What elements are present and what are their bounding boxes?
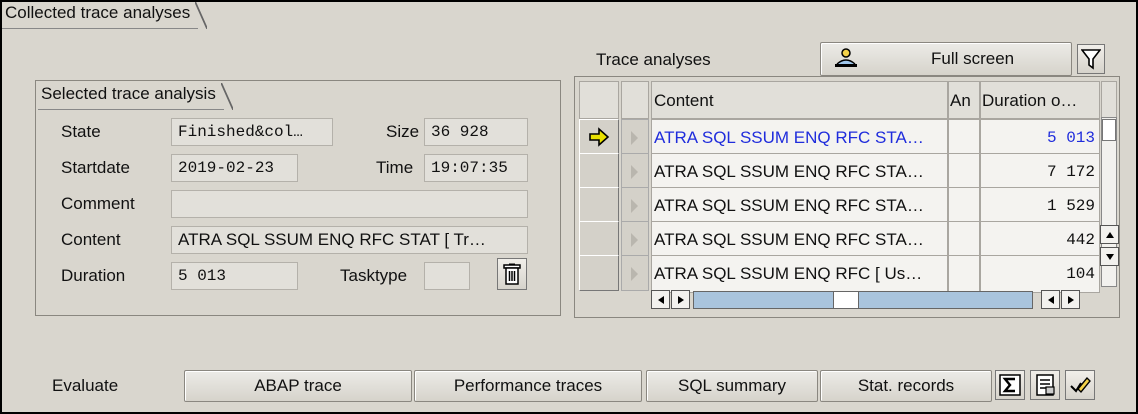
scroll-up-button[interactable]: [1100, 225, 1119, 244]
size-label: Size: [386, 122, 420, 141]
mark-header: [621, 81, 649, 119]
vertical-scrollbar-thumb[interactable]: [1102, 119, 1116, 141]
sigma-icon: [999, 374, 1021, 396]
frame-title: Collected trace analyses: [2, 2, 208, 29]
row-mark[interactable]: [621, 221, 649, 257]
row-mark[interactable]: [621, 187, 649, 223]
row-mark[interactable]: [621, 119, 649, 155]
stat-records-button[interactable]: Stat. records: [820, 370, 992, 402]
row-selector-button[interactable]: [579, 187, 619, 223]
cell-an[interactable]: [948, 221, 980, 259]
state-field[interactable]: Finished&col…: [171, 118, 333, 146]
cell-an[interactable]: [948, 153, 980, 191]
triangle-left-icon: [657, 295, 664, 304]
triangle-down-icon: [1105, 253, 1114, 260]
time-label: Time: [376, 158, 414, 177]
full-screen-button[interactable]: Full screen: [820, 42, 1072, 76]
trace-analyses-table: Content An Duration o… ATRA SQL SSUM ENQ…: [574, 76, 1120, 318]
startdate-field[interactable]: 2019-02-23: [171, 154, 298, 182]
abap-trace-button[interactable]: ABAP trace: [184, 370, 412, 402]
person-screen-icon: [835, 48, 857, 67]
cell-an[interactable]: [948, 255, 980, 293]
startdate-label: Startdate: [61, 158, 130, 177]
trace-analyses-title: Trace analyses: [596, 50, 711, 69]
tasktype-field[interactable]: [424, 262, 470, 290]
triangle-right-icon: [1067, 295, 1074, 304]
tasktype-label: Tasktype: [340, 266, 408, 285]
size-field[interactable]: 36 928: [424, 118, 528, 146]
triangle-right-icon: [677, 295, 684, 304]
content-label: Content: [61, 230, 121, 249]
filter-icon: [1081, 49, 1101, 70]
scroll-left-button-2[interactable]: [1041, 290, 1060, 309]
scroll-down-button[interactable]: [1100, 247, 1119, 266]
scroll-right-button[interactable]: [671, 290, 690, 309]
cell-duration[interactable]: 5 013: [980, 119, 1100, 157]
cell-content[interactable]: ATRA SQL SSUM ENQ RFC STA…: [651, 119, 948, 157]
row-selector-button[interactable]: [579, 255, 619, 291]
current-row-arrow-icon: [589, 127, 610, 147]
sigma-button[interactable]: [995, 370, 1025, 400]
cell-duration[interactable]: 104: [980, 255, 1100, 293]
sql-summary-button[interactable]: SQL summary: [646, 370, 818, 402]
full-screen-label: Full screen: [931, 49, 1015, 68]
horizontal-scrollbar-thumb[interactable]: [833, 291, 859, 309]
cell-content[interactable]: ATRA SQL SSUM ENQ RFC [ Us…: [651, 255, 948, 293]
cell-content[interactable]: ATRA SQL SSUM ENQ RFC STA…: [651, 221, 948, 259]
cell-an[interactable]: [948, 119, 980, 157]
cell-duration[interactable]: 7 172: [980, 153, 1100, 191]
content-field[interactable]: ATRA SQL SSUM ENQ RFC STAT [ Tr…: [171, 226, 528, 254]
filter-button[interactable]: [1077, 44, 1105, 74]
select-all-header[interactable]: [579, 81, 619, 119]
selected-group-title: Selected trace analysis: [38, 83, 233, 110]
cell-content[interactable]: ATRA SQL SSUM ENQ RFC STA…: [651, 187, 948, 225]
horizontal-scrollbar[interactable]: [693, 291, 1033, 309]
time-field[interactable]: 19:07:35: [424, 154, 528, 182]
duration-label: Duration: [61, 266, 126, 285]
state-label: State: [61, 122, 101, 141]
row-selector-button[interactable]: [579, 221, 619, 257]
row-selector-button[interactable]: [579, 153, 619, 189]
scroll-left-button[interactable]: [651, 290, 670, 309]
cell-content[interactable]: ATRA SQL SSUM ENQ RFC STA…: [651, 153, 948, 191]
column-header-duration[interactable]: Duration o…: [980, 81, 1100, 119]
cell-an[interactable]: [948, 187, 980, 225]
row-selector-button[interactable]: [579, 119, 619, 155]
edit-check-icon: [1070, 376, 1091, 394]
row-mark[interactable]: [621, 153, 649, 189]
scroll-right-button-2[interactable]: [1061, 290, 1080, 309]
triangle-left-icon: [1047, 295, 1054, 304]
duration-field[interactable]: 5 013: [171, 262, 298, 290]
column-header-an[interactable]: An: [948, 81, 980, 119]
row-mark[interactable]: [621, 255, 649, 291]
evaluate-label: Evaluate: [52, 376, 119, 395]
trash-icon: [503, 263, 521, 285]
comment-field[interactable]: [171, 190, 528, 218]
report-icon: [1036, 374, 1055, 396]
column-header-content[interactable]: Content: [651, 81, 948, 119]
cell-duration[interactable]: 1 529: [980, 187, 1100, 225]
performance-traces-button[interactable]: Performance traces: [414, 370, 642, 402]
comment-label: Comment: [61, 194, 135, 213]
column-settings-header[interactable]: [1101, 81, 1117, 119]
edit-check-button[interactable]: [1065, 370, 1095, 400]
triangle-up-icon: [1105, 231, 1114, 238]
report-button[interactable]: [1030, 370, 1060, 400]
delete-button[interactable]: [497, 258, 527, 290]
cell-duration[interactable]: 442: [980, 221, 1100, 259]
